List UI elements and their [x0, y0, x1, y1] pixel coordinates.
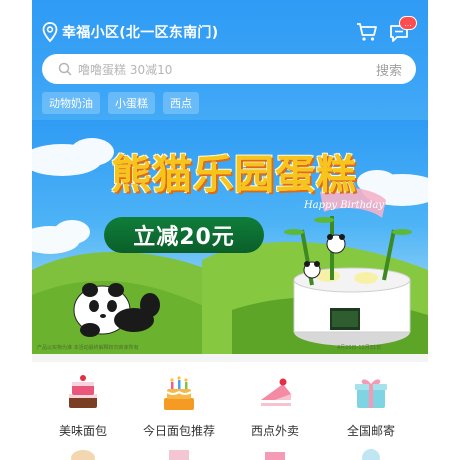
- banner-disclaimer: 产品以实物为准 本活动最终解释权归商家所有: [37, 345, 139, 351]
- category-today[interactable]: 今日面包推荐: [134, 370, 224, 439]
- message-badge: ...: [399, 16, 417, 30]
- category-row2-2[interactable]: [134, 438, 224, 460]
- category-shipping[interactable]: 全国邮寄: [326, 370, 416, 439]
- category-label: 全国邮寄: [346, 424, 395, 438]
- location-pin-icon: [42, 22, 58, 42]
- promo-pill: 立减20元: [104, 217, 264, 253]
- search-bar[interactable]: 噜噜蛋糕 30减10 搜索: [42, 54, 416, 84]
- category-label: 西点外卖: [250, 424, 299, 438]
- tag-small-cake[interactable]: 小蛋糕: [108, 92, 155, 114]
- cake-icon: [169, 450, 189, 460]
- cake-slice-icon: [261, 378, 291, 406]
- promo-banner[interactable]: Happy Birthday 熊猫乐园蛋糕 立减20元 产品以实物为准 本活动最…: [32, 120, 428, 354]
- category-row2-1[interactable]: [38, 438, 128, 460]
- cake-icon: [362, 449, 380, 460]
- search-button[interactable]: 搜索: [376, 60, 402, 79]
- layer-cake-icon: [69, 375, 97, 408]
- tag-pastry[interactable]: 西点: [163, 92, 199, 114]
- location-label: 幸福小区(北一区东南门): [62, 25, 219, 41]
- app-screen: 幸福小区(北一区东南门) ... 噜噜蛋糕 30减10 搜索 动物奶油 小蛋糕 …: [32, 0, 428, 460]
- search-icon: [58, 62, 72, 76]
- category-label: 今日面包推荐: [142, 424, 215, 438]
- category-row2-3[interactable]: [230, 438, 320, 460]
- cart-icon[interactable]: [356, 22, 378, 42]
- birthday-cake-icon: [164, 376, 194, 410]
- category-label: 美味面包: [58, 424, 107, 438]
- category-bread[interactable]: 美味面包: [38, 370, 128, 439]
- banner-date: 4月20日-12月31日: [337, 345, 382, 351]
- category-grid: 美味面包 今日面包推荐 西点外卖 全国邮寄: [32, 362, 428, 460]
- banner-title: 熊猫乐园蛋糕: [111, 152, 357, 198]
- tag-animal-cream[interactable]: 动物奶油: [42, 92, 100, 114]
- search-input[interactable]: 噜噜蛋糕 30减10: [78, 61, 376, 78]
- category-pastry[interactable]: 西点外卖: [230, 370, 320, 439]
- hot-tags: 动物奶油 小蛋糕 西点: [42, 92, 199, 114]
- cake-icon: [265, 452, 285, 460]
- cake-icon: [71, 450, 95, 460]
- header: 幸福小区(北一区东南门) ... 噜噜蛋糕 30减10 搜索 动物奶油 小蛋糕 …: [32, 0, 428, 128]
- category-row2-4[interactable]: [326, 438, 416, 460]
- svg-text:Happy Birthday: Happy Birthday: [303, 200, 384, 211]
- gift-box-icon: [355, 379, 387, 408]
